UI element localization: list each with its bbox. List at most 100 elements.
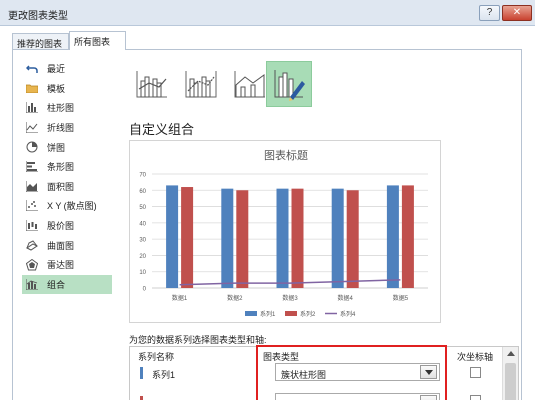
legend-label: 系列1: [260, 310, 276, 318]
sidebar-item-pie[interactable]: 饼图: [22, 137, 112, 157]
chart-preview[interactable]: 图表标题 0 10 20 30 40 50 60 70 数据1 数据2 数据3 数据4 数据5 系列1 系列2…: [129, 140, 441, 323]
bar: [221, 188, 234, 288]
sidebar-item-scatter[interactable]: X Y (散点图): [22, 196, 112, 216]
scrollbar-thumb[interactable]: [505, 363, 516, 400]
chart-type-select-value: 簇状柱形图: [281, 370, 327, 380]
x-tick-label: 数据2: [227, 294, 243, 302]
x-tick-label: 数据3: [282, 294, 298, 302]
series-color-marker: [140, 367, 143, 379]
sidebar-item-label: 雷达图: [47, 260, 75, 271]
chevron-down-icon: [424, 369, 433, 375]
title-bar: 更改图表类型 ? ✕: [0, 0, 535, 26]
chart-type-select[interactable]: [275, 393, 440, 400]
chart-svg: 图表标题 0 10 20 30 40 50 60 70 数据1 数据2 数据3 数据4 数据5 系列1 系列2…: [139, 148, 428, 318]
series-name: 系列1: [152, 370, 176, 380]
subtype-custom-combination[interactable]: [266, 61, 312, 107]
legend-label: 系列4: [340, 310, 356, 318]
y-tick-label: 20: [139, 254, 146, 260]
combo-chart-icon: [25, 278, 39, 290]
secondary-axis-checkbox[interactable]: [470, 367, 481, 378]
y-tick-label: 60: [139, 189, 146, 195]
chart-category-list: 最近 模板 柱形图 折线图 饼图 条形图 面积图 X Y (散点图) 股价图 曲…: [22, 59, 112, 295]
dropdown-button[interactable]: [420, 395, 437, 400]
sidebar-item-label: 曲面图: [47, 240, 75, 251]
x-tick-label: 数据1: [172, 294, 188, 302]
sidebar-item-label: 折线图: [47, 123, 75, 134]
bar-chart-icon: [25, 161, 39, 173]
sidebar-item-label: 条形图: [47, 162, 75, 173]
radar-chart-icon: [25, 258, 39, 271]
custom-combination-icon: [274, 70, 305, 101]
line-chart-icon: [25, 122, 39, 134]
bar: [291, 188, 304, 288]
clustered-column-line-icon: [136, 71, 167, 98]
close-button[interactable]: ✕: [502, 5, 532, 21]
bar: [236, 190, 249, 288]
scroll-up-icon[interactable]: [507, 351, 515, 356]
vertical-scrollbar[interactable]: [502, 347, 518, 400]
series-color-marker: [140, 396, 143, 400]
section-title: 自定义组合: [129, 122, 195, 137]
area-chart-icon: [25, 180, 39, 192]
sidebar-item-label: 组合: [47, 279, 66, 290]
stock-chart-icon: [25, 220, 39, 232]
surface-chart-icon: [25, 239, 39, 251]
bar: [181, 187, 194, 288]
help-button[interactable]: ?: [479, 5, 500, 21]
x-tick-label: 数据4: [338, 294, 354, 302]
chart-title: 图表标题: [264, 148, 308, 162]
subtype-clustered-column-line-secondary[interactable]: [178, 61, 224, 107]
sidebar-item-area[interactable]: 面积图: [22, 177, 112, 197]
series-grid: 系列名称 图表类型 次坐标轴 系列1 簇状柱形图: [129, 346, 519, 400]
subtype-clustered-column-line[interactable]: [129, 61, 175, 107]
sidebar-item-label: 面积图: [47, 181, 75, 192]
sidebar-item-label: 最近: [47, 64, 66, 75]
legend-swatch: [285, 311, 297, 316]
bar: [331, 188, 344, 288]
column-header-secondary-axis: 次坐标轴: [457, 352, 494, 362]
window-title: 更改图表类型: [8, 11, 68, 22]
stacked-area-column-icon: [234, 71, 265, 98]
sidebar-item-line[interactable]: 折线图: [22, 118, 112, 138]
tab-all-charts[interactable]: 所有图表: [69, 31, 126, 50]
y-tick-label: 0: [143, 287, 147, 293]
sidebar-item-recent[interactable]: 最近: [22, 59, 112, 79]
sidebar-item-radar[interactable]: 雷达图: [22, 255, 112, 275]
bar: [401, 185, 414, 288]
bar: [166, 185, 179, 288]
series-assignment-label: 为您的数据系列选择图表类型和轴:: [129, 335, 267, 345]
chart-type-select[interactable]: 簇状柱形图: [275, 363, 440, 381]
legend-swatch: [245, 311, 257, 316]
sidebar-item-combo[interactable]: 组合: [22, 274, 112, 295]
column-chart-icon: [25, 102, 39, 114]
sidebar-item-label: 模板: [47, 83, 66, 94]
column-header-chart-type: 图表类型: [263, 352, 300, 362]
dropdown-button[interactable]: [420, 365, 437, 379]
pie-chart-icon: [25, 141, 39, 153]
legend-label: 系列2: [300, 310, 316, 318]
y-tick-label: 40: [139, 221, 146, 227]
bar: [386, 185, 399, 288]
sidebar-item-stock[interactable]: 股价图: [22, 216, 112, 236]
secondary-axis-checkbox[interactable]: [470, 395, 481, 400]
sidebar-item-label: X Y (散点图): [47, 201, 97, 212]
sidebar-item-column[interactable]: 柱形图: [22, 98, 112, 118]
sidebar-item-templates[interactable]: 模板: [22, 79, 112, 99]
bar: [276, 188, 289, 288]
clustered-column-line-secondary-icon: [185, 71, 217, 98]
folder-icon: [25, 82, 39, 94]
sidebar-item-surface[interactable]: 曲面图: [22, 235, 112, 255]
sidebar-item-label: 柱形图: [47, 103, 75, 114]
sidebar-item-bar[interactable]: 条形图: [22, 157, 112, 177]
column-header-series-name: 系列名称: [138, 352, 175, 362]
sidebar-item-label: 饼图: [47, 142, 66, 153]
scatter-chart-icon: [25, 200, 39, 212]
series-line: [179, 279, 401, 286]
tab-recommended-charts[interactable]: 推荐的图表: [12, 33, 69, 50]
x-tick-label: 数据5: [393, 294, 409, 302]
y-tick-label: 70: [139, 173, 146, 179]
y-tick-label: 30: [139, 238, 146, 244]
y-tick-label: 10: [139, 270, 146, 276]
sidebar-item-label: 股价图: [47, 221, 75, 232]
undo-arrow-icon: [25, 63, 39, 75]
